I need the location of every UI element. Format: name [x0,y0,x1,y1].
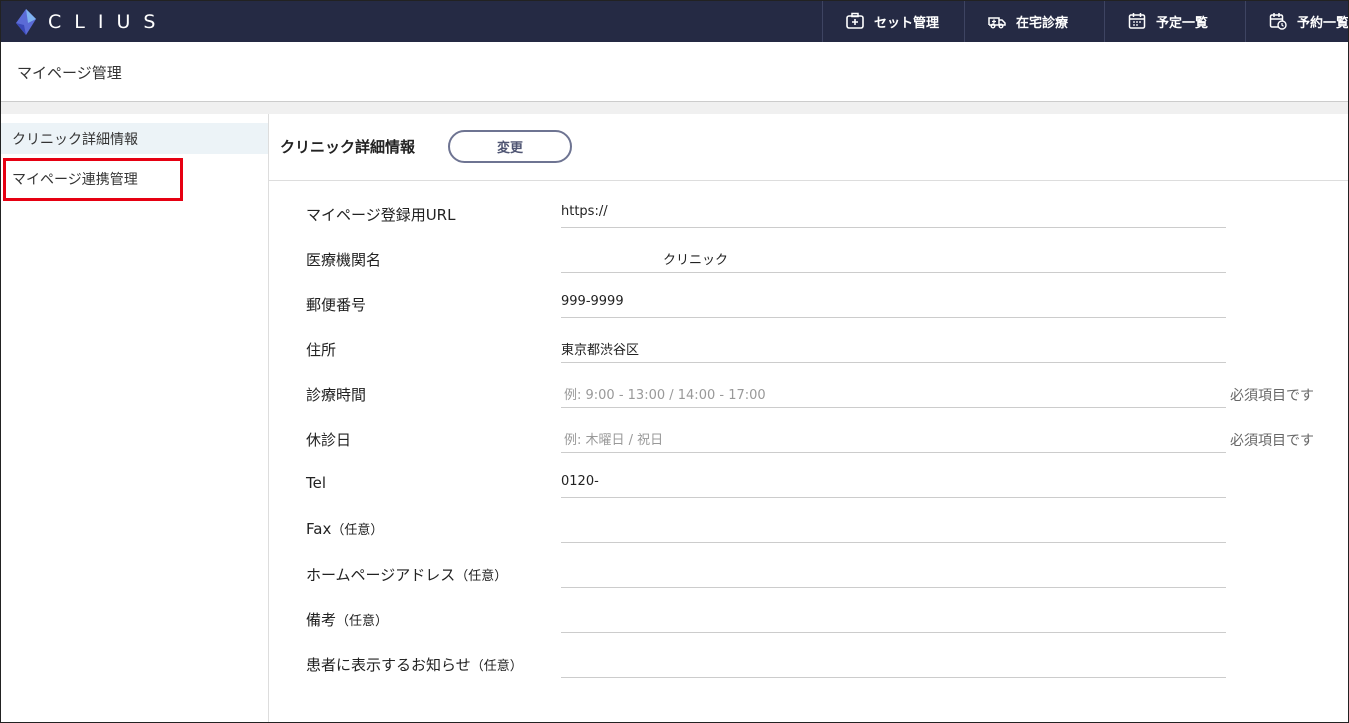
required-note: 必須項目です [1230,433,1314,449]
mypage-url-value: https:// [561,193,1226,228]
field-label: マイページ登録用URL [306,206,456,224]
header-divider [0,102,1349,114]
field-label: Tel [306,474,327,492]
nav-schedule-list[interactable]: 予定一覧 [1104,0,1245,42]
sidebar: クリニック詳細情報 マイページ連携管理 [0,114,269,723]
institution-name-value: クリニック [561,238,1226,273]
nav-reservation-list[interactable]: 予約一覧 [1245,0,1349,42]
section-header: クリニック詳細情報 変更 [269,114,1349,181]
field-label: 休診日 [306,431,352,449]
closed-days-placeholder: 例: 木曜日 / 祝日 [561,418,1226,453]
field-label: ホームページアドレス（任意） [306,566,508,584]
medical-bag-icon [845,11,865,31]
page-title: マイページ管理 [17,64,122,82]
tel-value: 0120- [561,463,1226,498]
red-highlight-box [3,158,183,201]
page-header: マイページ管理 [0,42,1349,102]
remarks-value [561,598,1226,633]
nav-label: セット管理 [874,15,940,31]
ambulance-icon [987,11,1007,31]
sidebar-item-label: クリニック詳細情報 [12,131,138,148]
field-row-consultation-hours: 診療時間 例: 9:00 - 13:00 / 14:00 - 17:00 必須項… [269,373,1349,418]
change-button[interactable]: 変更 [448,130,572,163]
field-label: 住所 [306,341,337,359]
logo-text: CLIUS [48,11,169,33]
field-row-patient-notice: 患者に表示するお知らせ（任意） [269,643,1349,688]
field-row-address: 住所 東京都渋谷区 [269,328,1349,373]
field-label: 診療時間 [306,386,367,404]
field-row-tel: Tel 0120- [269,463,1349,508]
logo-mark-icon [16,9,36,35]
field-label: 郵便番号 [306,296,367,314]
clius-logo[interactable]: CLIUS [14,9,168,35]
field-label: Fax（任意） [306,520,384,538]
field-label: 患者に表示するお知らせ（任意） [306,656,523,674]
postal-code-value: 999-9999 [561,283,1226,318]
homepage-value [561,553,1226,588]
nav-label: 予定一覧 [1156,15,1209,31]
nav-home-care[interactable]: 在宅診療 [964,0,1104,42]
nav-label: 在宅診療 [1016,15,1069,31]
field-row-closed-days: 休診日 例: 木曜日 / 祝日 必須項目です [269,418,1349,463]
required-note: 必須項目です [1230,388,1314,404]
main-nav: セット管理 在宅診療 予定一覧 予約一覧 [822,0,1349,42]
calendar-clock-icon [1268,11,1288,31]
top-navigation-bar: CLIUS セット管理 在宅診療 予定一覧 予約一覧 [0,0,1349,42]
section-title: クリニック詳細情報 [280,138,416,156]
calendar-icon [1127,11,1147,31]
field-row-institution-name: 医療機関名 クリニック [269,238,1349,283]
field-label: 備考（任意） [306,611,389,629]
field-label: 医療機関名 [306,251,382,269]
address-value: 東京都渋谷区 [561,328,1226,363]
nav-set-management[interactable]: セット管理 [822,0,964,42]
field-row-remarks: 備考（任意） [269,598,1349,643]
field-row-mypage-url: マイページ登録用URL https:// [269,193,1349,238]
field-row-fax: Fax（任意） [269,508,1349,553]
fax-value [561,508,1226,543]
main-content: クリニック詳細情報 変更 マイページ登録用URL https:// 医療機関名 … [269,114,1349,723]
patient-notice-value [561,643,1226,678]
field-row-postal-code: 郵便番号 999-9999 [269,283,1349,328]
field-row-homepage: ホームページアドレス（任意） [269,553,1349,598]
consultation-hours-placeholder: 例: 9:00 - 13:00 / 14:00 - 17:00 [561,373,1226,408]
sidebar-item-clinic-details[interactable]: クリニック詳細情報 [0,123,268,154]
nav-label: 予約一覧 [1297,15,1349,31]
